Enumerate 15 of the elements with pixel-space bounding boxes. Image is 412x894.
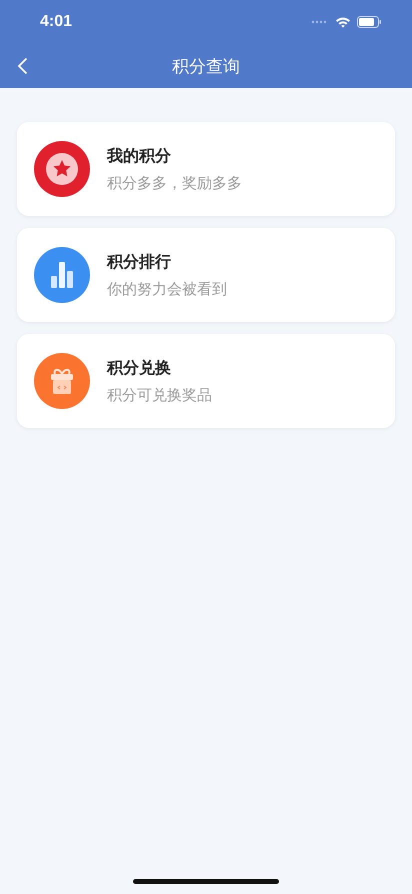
card-title: 我的积分 (107, 146, 172, 166)
wifi-icon (335, 16, 351, 28)
card-subtitle: 积分可兑换奖品 (107, 386, 212, 404)
back-icon[interactable] (16, 57, 28, 75)
signal-icon (311, 20, 329, 24)
card-subtitle: 你的努力会被看到 (107, 280, 227, 298)
page-title: 积分查询 (172, 56, 240, 78)
battery-icon (357, 16, 382, 28)
card-subtitle: 积分多多，奖励多多 (107, 174, 242, 192)
card-title: 积分排行 (107, 252, 172, 272)
status-time: 4:01 (40, 13, 72, 31)
menu-card[interactable]: 积分排行 你的努力会被看到 (17, 228, 395, 322)
card-title: 积分兑换 (107, 358, 172, 378)
menu-card[interactable]: 我的积分 积分多多，奖励多多 (17, 122, 395, 216)
menu-card[interactable]: 积分兑换 积分可兑换奖品 (17, 334, 395, 428)
